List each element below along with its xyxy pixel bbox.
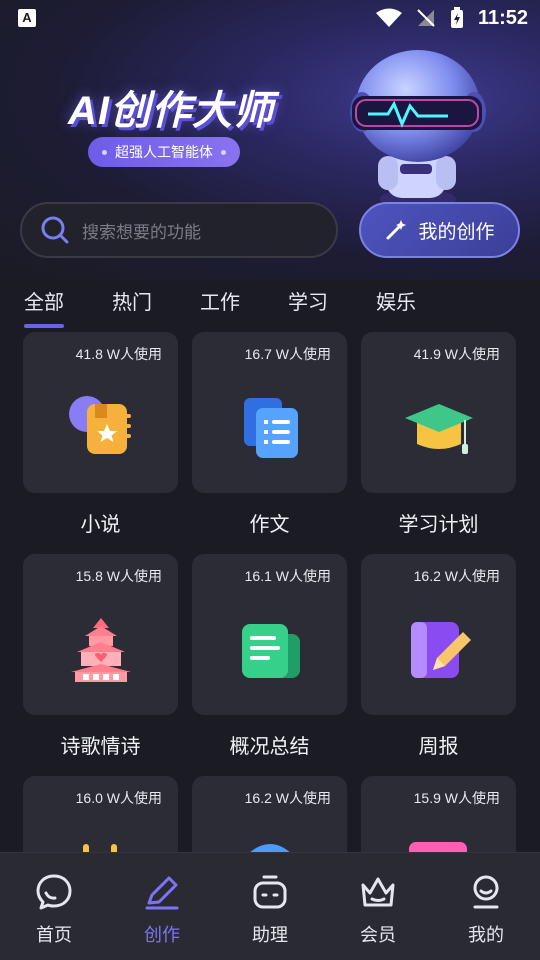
usage-count: 15.8 W人使用 [75,568,162,584]
bottom-navigation: 首页 创作 助理 会员 我的 [0,852,540,960]
usage-count: 16.0 W人使用 [75,790,162,806]
usage-count: 16.7 W人使用 [244,346,331,362]
my-creation-button[interactable]: 我的创作 [359,202,520,258]
usage-count: 41.8 W人使用 [75,346,162,362]
feature-card-summary[interactable]: 16.1 W人使用 [192,554,347,715]
search-placeholder: 搜索想要的功能 [82,222,201,243]
nav-label: 首页 [36,925,72,946]
card-label: 概况总结 [229,734,310,758]
clock: 11:52 [477,6,528,29]
report-pen-icon [410,622,471,678]
feature-card-study-plan[interactable]: 41.9 W人使用 [361,332,516,493]
card-label: 作文 [249,512,290,536]
robot-mascot-icon [350,50,486,209]
no-signal-icon [416,8,436,28]
wifi-icon [375,8,402,28]
nav-label: 我的 [468,925,504,946]
graduation-cap-icon [404,404,473,454]
feature-card-essay[interactable]: 16.7 W人使用 [192,332,347,493]
usage-count: 16.2 W人使用 [413,568,500,584]
card-label: 诗歌情诗 [60,734,141,758]
usage-count: 15.9 W人使用 [413,790,500,806]
decorative-dot [102,149,107,155]
status-bar: A 11:52 [0,0,540,36]
novel-icon [68,396,131,454]
search-icon [41,216,69,244]
profile-icon [473,875,499,909]
magic-wand-icon [386,220,407,240]
subtitle-badge: 超强人工智能体 [88,137,240,167]
usage-count: 41.9 W人使用 [413,346,500,362]
nav-membership[interactable]: 会员 [324,853,432,960]
pavilion-icon [70,618,131,682]
subtitle-text: 超强人工智能体 [115,145,213,161]
feature-card-poetry[interactable]: 15.8 W人使用 [23,554,178,715]
nav-label: 会员 [360,925,396,946]
essay-icon [243,398,298,458]
tab-entertainment[interactable]: 娱乐 [376,286,416,320]
tab-work[interactable]: 工作 [200,286,240,320]
card-label: 小说 [80,512,121,536]
tab-all[interactable]: 全部 [24,286,64,328]
card-label: 周报 [418,734,459,758]
nav-create[interactable]: 创作 [108,853,216,960]
search-bar[interactable]: 搜索想要的功能 [20,202,338,258]
card-label: 学习计划 [398,512,479,536]
app-notification-icon: A [18,9,36,27]
nav-assistant[interactable]: 助理 [216,853,324,960]
app-title: AI创作大师 [68,89,274,133]
my-creation-label: 我的创作 [418,220,495,243]
nav-label: 创作 [144,925,180,946]
tab-hot[interactable]: 热门 [112,286,152,320]
usage-count: 16.2 W人使用 [244,790,331,806]
pen-icon [145,876,179,910]
usage-count: 16.1 W人使用 [244,568,331,584]
category-tabs: 全部 热门 工作 学习 娱乐 [24,286,464,328]
summary-doc-icon [241,624,300,678]
decorative-dot [221,149,226,155]
feature-card-novel[interactable]: 41.8 W人使用 [23,332,178,493]
crown-icon [361,877,395,907]
battery-charging-icon [450,7,464,29]
robot-face-icon [253,875,287,909]
tab-study[interactable]: 学习 [288,286,328,320]
feature-card-weekly-report[interactable]: 16.2 W人使用 [361,554,516,715]
chat-bubble-icon [36,874,72,910]
nav-profile[interactable]: 我的 [432,853,540,960]
nav-home[interactable]: 首页 [0,853,108,960]
nav-label: 助理 [252,925,288,946]
